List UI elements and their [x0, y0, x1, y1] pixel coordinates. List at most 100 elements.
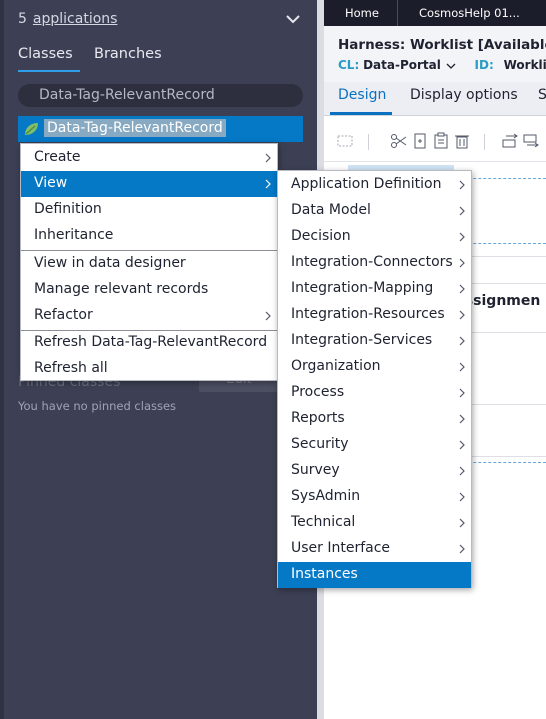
chevron-right-icon: [459, 466, 465, 476]
menu-item-manage-relevant-records[interactable]: Manage relevant records: [21, 277, 277, 303]
rule-meta: CL: Data-Portal ID: Worklis: [338, 58, 546, 72]
tab-design[interactable]: Design: [338, 87, 386, 103]
submenu-item-sysadmin[interactable]: SysAdmin: [278, 484, 471, 510]
menu-item-label: Decision: [291, 228, 351, 244]
submenu-item-decision[interactable]: Decision: [278, 224, 471, 250]
submenu-item-data-model[interactable]: Data Model: [278, 198, 471, 224]
cl-key: CL:: [338, 58, 360, 72]
menu-item-label: Application Definition: [291, 176, 442, 192]
menu-item-label: Security: [291, 436, 349, 452]
menu-item-label: Organization: [291, 358, 381, 374]
portal-tab-bar: Home CosmosHelp 01...: [324, 0, 546, 26]
view-submenu: Application Definition Data Model Decisi…: [277, 170, 472, 588]
rule-header: Harness: Worklist [Available, CL: Data-P…: [324, 26, 546, 82]
id-key: ID:: [474, 58, 494, 72]
chevron-right-icon: [459, 258, 465, 268]
chevron-right-icon: [459, 492, 465, 502]
tab-classes[interactable]: Classes: [18, 46, 73, 62]
menu-item-label: Process: [291, 384, 345, 400]
toolbar-divider: [368, 134, 369, 150]
chevron-right-icon: [459, 336, 465, 346]
menu-item-label: SysAdmin: [291, 488, 361, 504]
chevron-right-icon: [265, 179, 271, 189]
class-search-input[interactable]: Data-Tag-RelevantRecord: [18, 84, 303, 107]
applications-link[interactable]: applications: [33, 11, 118, 27]
menu-item-view-in-data-designer[interactable]: View in data designer: [21, 251, 277, 277]
submenu-item-integration-connectors[interactable]: Integration-Connectors: [278, 250, 471, 276]
class-tree-item-selected[interactable]: Data-Tag-RelevantRecord: [18, 116, 303, 142]
menu-item-refresh-all[interactable]: Refresh all: [21, 356, 277, 382]
chevron-down-icon[interactable]: [284, 12, 302, 26]
menu-item-label: Integration-Services: [291, 332, 433, 348]
menu-item-label: Integration-Resources: [291, 306, 445, 322]
menu-item-label: User Interface: [291, 540, 391, 556]
no-pinned-message: You have no pinned classes: [18, 399, 177, 413]
chevron-down-icon[interactable]: [445, 62, 457, 70]
chevron-right-icon: [459, 232, 465, 242]
submenu-item-integration-resources[interactable]: Integration-Resources: [278, 302, 471, 328]
menu-item-label: Reports: [291, 410, 345, 426]
chevron-right-icon: [459, 180, 465, 190]
submenu-item-instances[interactable]: Instances: [278, 562, 471, 588]
submenu-item-user-interface[interactable]: User Interface: [278, 536, 471, 562]
chevron-right-icon: [459, 388, 465, 398]
portal-tab-cosmoshelp[interactable]: CosmosHelp 01...: [399, 0, 546, 26]
tab-branches[interactable]: Branches: [94, 46, 162, 62]
chevron-right-icon: [459, 544, 465, 554]
active-tab-indicator: [330, 112, 392, 115]
menu-item-create[interactable]: Create: [21, 145, 277, 171]
chevron-right-icon: [459, 310, 465, 320]
chevron-right-icon: [265, 153, 271, 163]
menu-item-label: Create: [34, 149, 81, 165]
menu-item-label: Instances: [291, 566, 358, 582]
paste-icon[interactable]: [432, 132, 450, 150]
submenu-item-application-definition[interactable]: Application Definition: [278, 172, 471, 198]
menu-item-view[interactable]: View: [21, 171, 277, 197]
menu-item-label: Manage relevant records: [34, 281, 209, 297]
move-left-icon[interactable]: [523, 132, 541, 150]
chevron-right-icon: [459, 206, 465, 216]
submenu-item-security[interactable]: Security: [278, 432, 471, 458]
menu-item-label: Refresh Data-Tag-RelevantRecord: [34, 334, 268, 350]
menu-item-label: Data Model: [291, 202, 371, 218]
submenu-item-reports[interactable]: Reports: [278, 406, 471, 432]
menu-item-refactor[interactable]: Refactor: [21, 303, 277, 329]
submenu-item-survey[interactable]: Survey: [278, 458, 471, 484]
menu-item-label: Integration-Connectors: [291, 254, 453, 270]
submenu-item-organization[interactable]: Organization: [278, 354, 471, 380]
submenu-item-technical[interactable]: Technical: [278, 510, 471, 536]
id-value: Worklis: [503, 58, 546, 72]
move-right-icon[interactable]: [502, 132, 520, 150]
chevron-right-icon: [459, 362, 465, 372]
menu-item-label: Definition: [34, 201, 102, 217]
submenu-item-process[interactable]: Process: [278, 380, 471, 406]
rule-title: Harness: Worklist [Available,: [338, 37, 546, 53]
applications-header[interactable]: 5 applications: [18, 11, 117, 27]
design-toolbar: [324, 122, 546, 162]
leaf-icon: [25, 123, 38, 135]
submenu-item-integration-services[interactable]: Integration-Services: [278, 328, 471, 354]
layout-icon[interactable]: [336, 132, 354, 150]
tab-display-options[interactable]: Display options: [410, 87, 518, 103]
copy-icon[interactable]: [411, 132, 429, 150]
menu-item-refresh-class[interactable]: Refresh Data-Tag-RelevantRecord: [21, 330, 277, 356]
menu-item-label: Survey: [291, 462, 340, 478]
chevron-right-icon: [459, 414, 465, 424]
submenu-item-integration-mapping[interactable]: Integration-Mapping: [278, 276, 471, 302]
menu-item-definition[interactable]: Definition: [21, 197, 277, 223]
menu-item-inheritance[interactable]: Inheritance: [21, 223, 277, 249]
rule-form-tabs: Design Display options S: [324, 82, 546, 116]
tab-partial[interactable]: S: [538, 87, 546, 103]
cut-icon[interactable]: [390, 132, 408, 150]
menu-item-label: View: [34, 175, 68, 191]
portal-tab-home[interactable]: Home: [324, 0, 398, 26]
chevron-right-icon: [459, 440, 465, 450]
menu-item-label: View in data designer: [34, 255, 186, 271]
menu-item-label: Integration-Mapping: [291, 280, 434, 296]
delete-icon[interactable]: [453, 132, 471, 150]
menu-item-label: Technical: [291, 514, 356, 530]
toolbar-divider: [484, 134, 485, 150]
class-tree-item-label: Data-Tag-RelevantRecord: [44, 119, 226, 137]
chevron-right-icon: [459, 518, 465, 528]
cl-value[interactable]: Data-Portal: [363, 58, 441, 72]
